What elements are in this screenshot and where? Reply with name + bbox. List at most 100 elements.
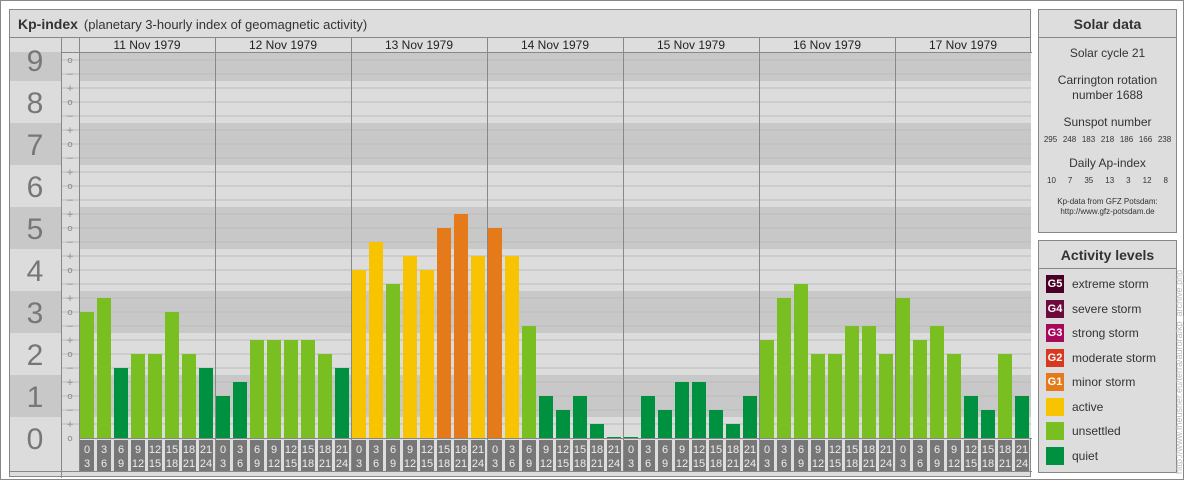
- day-label: 13 Nov 1979: [385, 38, 453, 52]
- data-source-url[interactable]: http://www.gfz-potsdam.de: [1039, 207, 1176, 217]
- level-swatch: [1046, 397, 1064, 416]
- kp-bar: [590, 424, 604, 438]
- kp-bar: [505, 256, 519, 438]
- interval-start: 18: [455, 444, 467, 456]
- interval-start: 15: [302, 444, 314, 456]
- kp-bar: [284, 340, 298, 438]
- interval-start: 9: [951, 444, 957, 456]
- level-label: unsettled: [1072, 424, 1121, 439]
- interval-start: 6: [118, 444, 124, 456]
- kp-bar: [471, 256, 485, 438]
- y-tick-label: 1: [27, 381, 44, 414]
- interval-end: 9: [254, 458, 260, 470]
- y-tick-label: 4: [27, 255, 44, 288]
- kp-bar: [352, 270, 366, 438]
- minor-tick-label: +: [66, 252, 74, 262]
- y-tick-label: 6: [27, 171, 44, 204]
- kp-bar: [250, 340, 264, 438]
- interval-end: 21: [455, 458, 467, 470]
- kp-bar: [318, 354, 332, 438]
- ap-value: 3: [1126, 176, 1131, 185]
- chart-subtitle: (planetary 3-hourly index of geomagnetic…: [83, 17, 368, 32]
- kp-bar: [641, 396, 655, 438]
- kp-bar: [879, 354, 893, 438]
- interval-end: 18: [846, 458, 858, 470]
- ap-value: 35: [1084, 176, 1094, 185]
- sunspot-value: 248: [1062, 135, 1077, 144]
- kp-bar: [488, 228, 502, 438]
- interval-start: 18: [183, 444, 195, 456]
- y-band: [79, 52, 1031, 81]
- minor-tick-label: −: [66, 238, 74, 248]
- interval-start: 0: [900, 444, 906, 456]
- level-label: strong storm: [1072, 326, 1139, 341]
- ap-value: 13: [1105, 176, 1115, 185]
- solar-data-title: Solar data: [1039, 10, 1176, 38]
- interval-end: 15: [965, 458, 977, 470]
- kp-bar: [692, 382, 706, 438]
- interval-start: 15: [438, 444, 450, 456]
- kp-bar: [709, 410, 723, 438]
- interval-end: 12: [268, 458, 280, 470]
- interval-start: 12: [965, 444, 977, 456]
- interval-end: 6: [101, 458, 107, 470]
- kp-bar: [896, 298, 910, 438]
- interval-start: 15: [846, 444, 858, 456]
- kp-bar: [403, 256, 417, 438]
- minor-tick-label: −: [66, 196, 74, 206]
- interval-start: 3: [781, 444, 787, 456]
- kp-bar: [454, 214, 468, 438]
- interval-end: 12: [540, 458, 552, 470]
- interval-start: 15: [574, 444, 586, 456]
- minor-tick-label: +: [66, 420, 74, 430]
- kp-bar: [845, 326, 859, 438]
- interval-end: 21: [183, 458, 195, 470]
- interval-end: 21: [319, 458, 331, 470]
- y-tick-label: 3: [27, 297, 44, 330]
- level-swatch: G5: [1046, 275, 1064, 294]
- watermark: http://www.fheusner.eu/terra/aurora/kp_a…: [1174, 269, 1184, 474]
- interval-start: 12: [829, 444, 841, 456]
- interval-start: 15: [982, 444, 994, 456]
- interval-end: 9: [662, 458, 668, 470]
- sunspot-value: 186: [1119, 135, 1134, 144]
- interval-start: 12: [285, 444, 297, 456]
- interval-start: 21: [200, 444, 212, 456]
- ap-label: Daily Ap-index: [1069, 156, 1146, 170]
- kp-bar: [1015, 396, 1029, 438]
- interval-end: 6: [917, 458, 923, 470]
- interval-start: 9: [815, 444, 821, 456]
- interval-start: 3: [373, 444, 379, 456]
- interval-end: 15: [693, 458, 705, 470]
- interval-end: 3: [492, 458, 498, 470]
- interval-start: 12: [693, 444, 705, 456]
- interval-start: 0: [84, 444, 90, 456]
- interval-end: 12: [404, 458, 416, 470]
- kp-bar: [658, 410, 672, 438]
- interval-end: 15: [557, 458, 569, 470]
- level-label: moderate storm: [1072, 350, 1157, 365]
- kp-bar: [998, 354, 1012, 438]
- minor-tick-label: −: [66, 322, 74, 332]
- interval-end: 6: [373, 458, 379, 470]
- kp-bar: [216, 396, 230, 438]
- kp-bar: [420, 270, 434, 438]
- activity-level-extreme-storm: G5 extreme storm: [1039, 272, 1176, 297]
- day-label: 16 Nov 1979: [793, 38, 861, 52]
- kp-bar: [182, 354, 196, 438]
- minor-tick-label: −: [66, 280, 74, 290]
- kp-bar: [726, 424, 740, 438]
- solar-cycle: Solar cycle 21: [1069, 46, 1146, 60]
- level-swatch: [1046, 422, 1064, 441]
- interval-end: 15: [285, 458, 297, 470]
- interval-end: 9: [934, 458, 940, 470]
- interval-end: 24: [472, 458, 484, 470]
- interval-end: 9: [798, 458, 804, 470]
- kp-bar: [743, 396, 757, 438]
- interval-end: 6: [645, 458, 651, 470]
- minor-tick-label: +: [66, 210, 74, 220]
- sunspot-values: 295 248 183 218 186 166 238: [1039, 135, 1176, 144]
- level-label: minor storm: [1072, 375, 1136, 390]
- kp-bar: [981, 410, 995, 438]
- interval-start: 3: [237, 444, 243, 456]
